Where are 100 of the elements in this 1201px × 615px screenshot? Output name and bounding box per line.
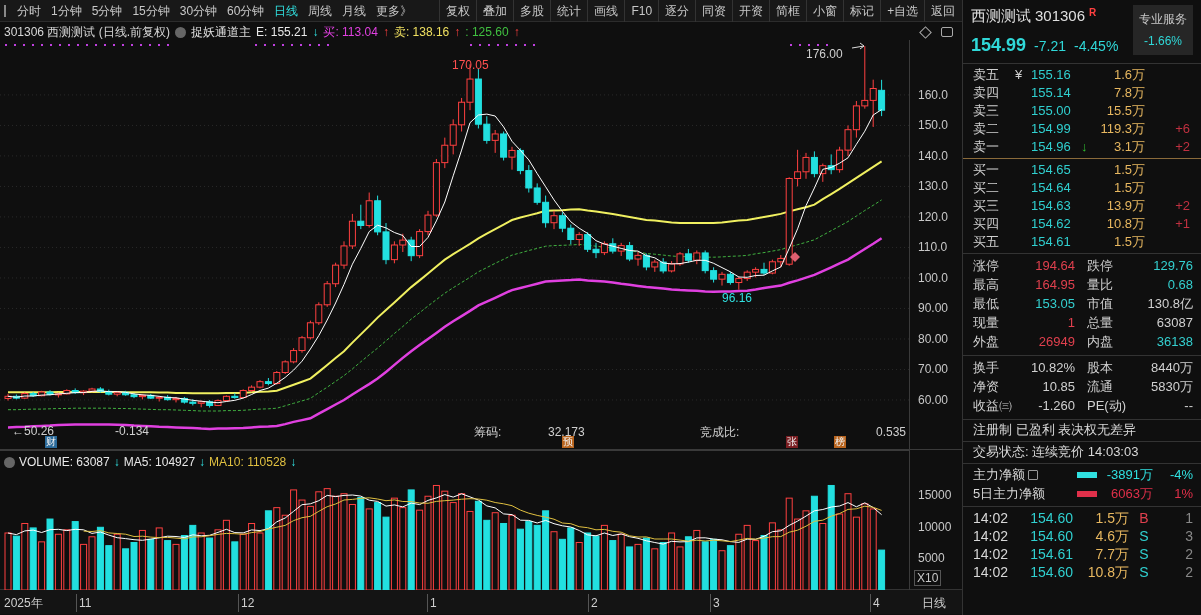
arrow-icon: ↓: [1081, 138, 1088, 154]
service-label: 专业服务: [1139, 11, 1187, 28]
stat-label: 量比: [1087, 276, 1113, 295]
trade-side: S: [1139, 545, 1149, 564]
axis-label: 100.0: [918, 270, 949, 285]
indicator-value: 卖: 138.16: [393, 24, 450, 41]
price-label: -0.134: [115, 424, 150, 438]
axis-label: 1: [427, 594, 437, 612]
indicator-value: 买: 113.04: [323, 24, 378, 41]
trade-price: 154.60: [1030, 563, 1073, 582]
axis-label: 80.00: [918, 331, 949, 346]
axis-label: 3: [710, 594, 720, 612]
order-label: 买三: [973, 196, 999, 215]
axis-label: 15000: [918, 487, 952, 502]
indicator-value: MA10: 110528: [209, 454, 287, 471]
order-price: 154.62: [1031, 214, 1071, 233]
order-delta: +2: [1175, 137, 1190, 156]
axis-label: 70.00: [918, 362, 949, 377]
stat-value: 164.95: [1035, 276, 1075, 295]
trade-volume: 10.8万: [1087, 563, 1129, 582]
flow-label: 5日主力净额: [973, 485, 1046, 504]
tag-text: 注册制 已盈利 表决权无差异: [973, 421, 1137, 440]
axis-label: 160.0: [918, 87, 949, 102]
stat-label: 最低: [973, 295, 999, 314]
price-label: 176.00: [806, 47, 843, 61]
stat-value: 129.76: [1153, 257, 1193, 276]
footer-text: 竞成比:: [700, 425, 740, 439]
trade-count: 2: [1185, 563, 1193, 582]
flow-percent: -4%: [1169, 466, 1193, 485]
order-label: 买四: [973, 214, 999, 233]
trade-side: S: [1139, 563, 1149, 582]
stat-label: 总量: [1087, 314, 1113, 333]
order-volume: 1.5万: [1113, 160, 1145, 179]
trade-time: 14:02: [973, 546, 1009, 562]
order-volume: 3.1万: [1113, 137, 1145, 156]
service-value: -1.66%: [1144, 33, 1182, 50]
axis-label: 12: [238, 594, 255, 612]
signal-badge: 财: [45, 436, 57, 448]
order-volume: 13.9万: [1106, 196, 1145, 215]
axis-label: 110.0: [918, 240, 948, 255]
chart-title: 301306 西测测试 (日线.前复权): [4, 24, 171, 41]
stat-value: 5830万: [1151, 378, 1193, 397]
unit-label: X10: [914, 570, 942, 586]
trade-price: 154.60: [1030, 509, 1073, 528]
trade-side: S: [1139, 527, 1149, 546]
trade-volume: 4.6万: [1095, 527, 1129, 546]
stat-label: 净资: [973, 378, 999, 397]
order-price: 155.00: [1031, 101, 1071, 120]
order-price: 154.99: [1031, 119, 1071, 138]
footer-text: 0.535: [876, 425, 907, 439]
stock-name: 西测测试: [971, 6, 1031, 26]
stat-value: 194.64: [1035, 257, 1075, 276]
trade-time: 14:02: [973, 528, 1009, 544]
arrow-icon: ↓: [312, 23, 319, 41]
trade-volume: 1.5万: [1095, 509, 1129, 528]
flow-percent: 1%: [1174, 485, 1193, 504]
indicator-value: E: 155.21: [256, 24, 308, 41]
order-volume: 119.3万: [1100, 119, 1145, 138]
signal-badge: 榜: [834, 436, 846, 448]
status-text: 交易状态: 连续竞价 14:03:03: [973, 443, 1139, 462]
indicator-value: VOLUME: 63087: [19, 454, 110, 471]
price-label: 96.16: [722, 291, 753, 305]
stat-label: PE(动): [1087, 397, 1126, 416]
order-price: 154.96: [1031, 137, 1071, 156]
axis-label: 60.00: [918, 392, 949, 407]
arrow-icon: ↑: [513, 23, 520, 41]
footer-text: 32.173: [548, 425, 585, 439]
currency-icon: ¥: [1015, 66, 1023, 82]
order-delta: +1: [1175, 214, 1190, 233]
flow-amount: -3891万: [1106, 466, 1153, 485]
stat-value: 1: [1067, 314, 1075, 333]
trade-count: 1: [1185, 509, 1193, 528]
stat-value: 10.82%: [1030, 359, 1075, 378]
stat-value: 0.68: [1167, 276, 1193, 295]
axis-label: 90.00: [918, 301, 949, 316]
stat-label: 外盘: [973, 333, 999, 352]
axis-label: 11: [76, 594, 92, 612]
flow-amount: 6063万: [1111, 485, 1153, 504]
axis-label: 130.0: [918, 179, 949, 194]
order-price: 155.16: [1031, 65, 1071, 84]
arrow-icon: ↓: [199, 453, 206, 471]
arrow-icon: ↑: [454, 23, 461, 41]
stat-value: 153.05: [1035, 295, 1075, 314]
stat-value: -1.260: [1038, 397, 1075, 416]
stat-label: 换手: [973, 359, 999, 378]
axis-label: 150.0: [918, 118, 949, 133]
stat-label: 市值: [1087, 295, 1113, 314]
trade-price: 154.60: [1030, 527, 1073, 546]
signal-badge: 张: [786, 436, 798, 448]
stat-value: 8440万: [1151, 359, 1193, 378]
order-volume: 7.8万: [1113, 83, 1145, 102]
order-volume: 1.6万: [1113, 65, 1145, 84]
axis-label: 5000: [918, 551, 945, 566]
axis-label: 4: [870, 594, 880, 612]
order-label: 卖五: [973, 65, 999, 84]
stat-label: 内盘: [1087, 333, 1113, 352]
order-price: 154.61: [1031, 232, 1071, 251]
order-delta: +2: [1175, 196, 1190, 215]
order-volume: 1.5万: [1113, 178, 1145, 197]
order-label: 买一: [973, 160, 999, 179]
